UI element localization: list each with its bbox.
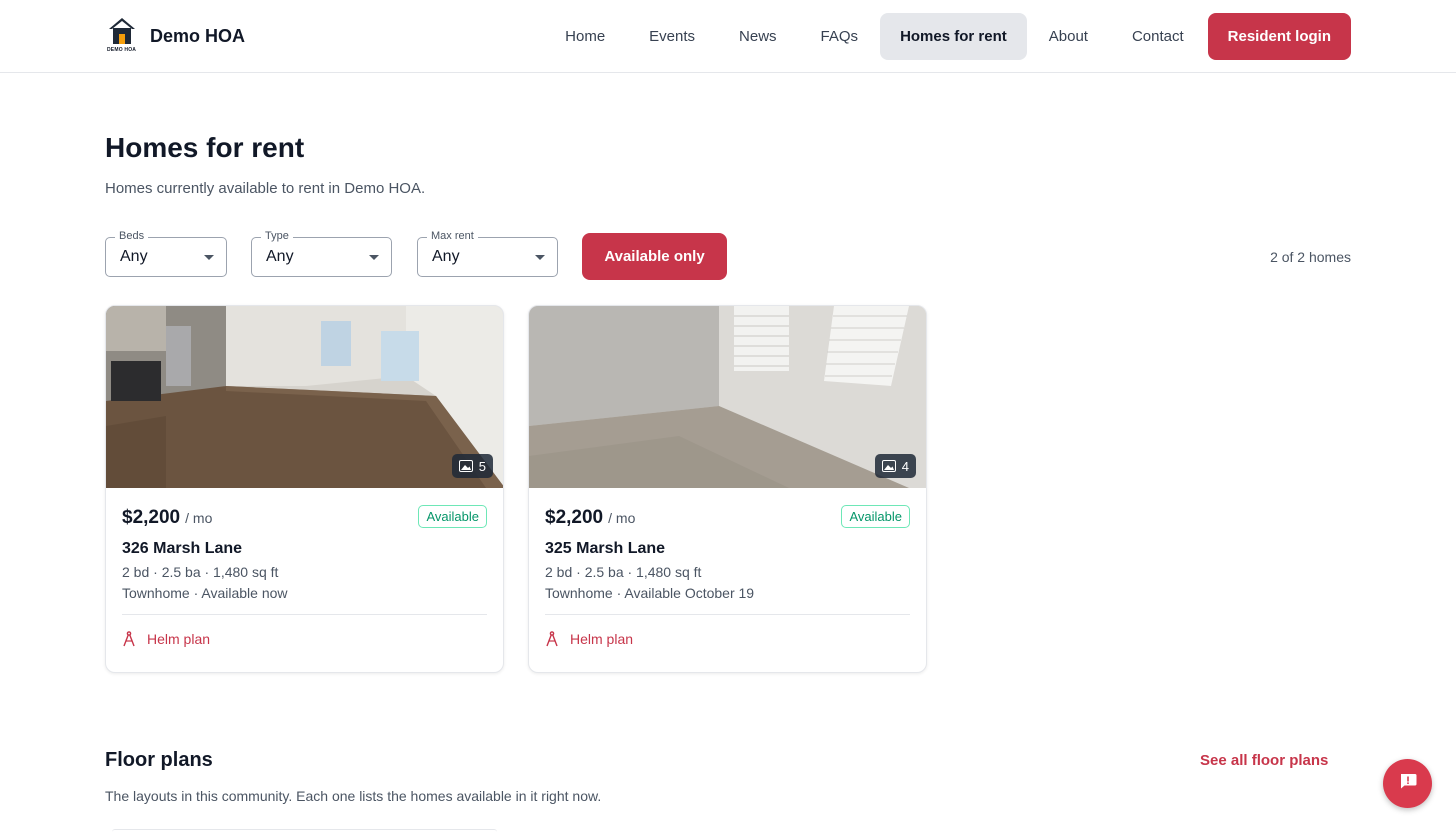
listing-card[interactable]: 4 $2,200 / mo Available 325 Marsh Lane 2… [528,305,927,673]
price-row: $2,200 / mo [545,507,635,529]
listing-specs: 2 bd · 2.5 ba · 1,480 sq ft [545,564,702,580]
result-count: 2 of 2 homes [1270,249,1351,265]
main-nav: Home Events News FAQs Homes for rent Abo… [543,13,1351,60]
divider [545,614,910,615]
site-header: DEMO HOA Demo HOA Home Events News FAQs … [0,0,1456,73]
type-label: Type [261,230,293,242]
chevron-down-icon [204,255,214,260]
nav-item-contact[interactable]: Contact [1110,13,1206,60]
drafting-compass-icon [122,631,136,647]
listing-photo[interactable]: 5 [106,306,503,488]
price-period: / mo [608,510,636,526]
type-value: Any [266,248,294,265]
brand-name: Demo HOA [150,25,246,46]
divider [122,614,487,615]
listing-price: $2,200 [122,507,181,528]
beds-label: Beds [115,230,149,242]
listing-availability: Townhome · Available October 19 [545,585,755,601]
price-period: / mo [185,510,213,526]
chevron-down-icon [369,255,379,260]
listing-address[interactable]: 326 Marsh Lane [122,540,242,558]
type-select[interactable]: Type Any [251,230,392,277]
max-rent-value: Any [432,248,460,265]
beds-select[interactable]: Beds Any [105,230,227,277]
available-only-toggle[interactable]: Available only [582,233,727,280]
logo-text: DEMO HOA [107,47,137,53]
nav-item-events[interactable]: Events [627,13,717,60]
max-rent-select[interactable]: Max rent Any [417,230,558,277]
photo-count-badge: 4 [874,454,916,478]
house-icon: DEMO HOA [106,16,138,56]
floor-plan-link[interactable]: Helm plan [122,631,210,647]
floor-plan-name: Helm plan [147,631,211,647]
listing-card[interactable]: 5 $2,200 / mo Available 326 Marsh Lane 2… [105,305,504,673]
image-gallery-icon [881,460,896,472]
feedback-icon [1398,771,1418,796]
photo-count: 5 [478,458,486,474]
drafting-compass-icon [545,631,559,647]
page-title: Homes for rent [105,132,305,163]
nav-item-about[interactable]: About [1027,13,1110,60]
chevron-down-icon [535,255,545,260]
nav-item-home[interactable]: Home [543,13,627,60]
max-rent-label: Max rent [427,230,478,242]
status-badge: Available [418,505,487,528]
floor-plan-name: Helm plan [570,631,634,647]
listing-availability: Townhome · Available now [122,585,288,601]
floor-plans-subtitle: The layouts in this community. Each one … [105,788,602,804]
listing-address[interactable]: 325 Marsh Lane [545,540,665,558]
photo-count: 4 [901,458,909,474]
listing-photo[interactable]: 4 [529,306,926,488]
photo-count-badge: 5 [451,454,493,478]
listing-specs: 2 bd · 2.5 ba · 1,480 sq ft [122,564,279,580]
listing-price: $2,200 [545,507,604,528]
floor-plans-title: Floor plans [105,749,213,771]
brand[interactable]: DEMO HOA Demo HOA [106,16,245,56]
page-subtitle: Homes currently available to rent in Dem… [105,180,426,197]
beds-value: Any [120,248,148,265]
nav-item-faqs[interactable]: FAQs [799,13,881,60]
price-row: $2,200 / mo [122,507,212,529]
status-badge: Available [841,505,910,528]
resident-login-button[interactable]: Resident login [1207,13,1351,60]
image-gallery-icon [458,460,473,472]
feedback-button[interactable] [1383,759,1432,808]
nav-item-homes-for-rent[interactable]: Homes for rent [880,13,1027,60]
see-all-floor-plans-link[interactable]: See all floor plans [1200,752,1328,769]
floor-plan-link[interactable]: Helm plan [545,631,633,647]
nav-item-news[interactable]: News [717,13,799,60]
